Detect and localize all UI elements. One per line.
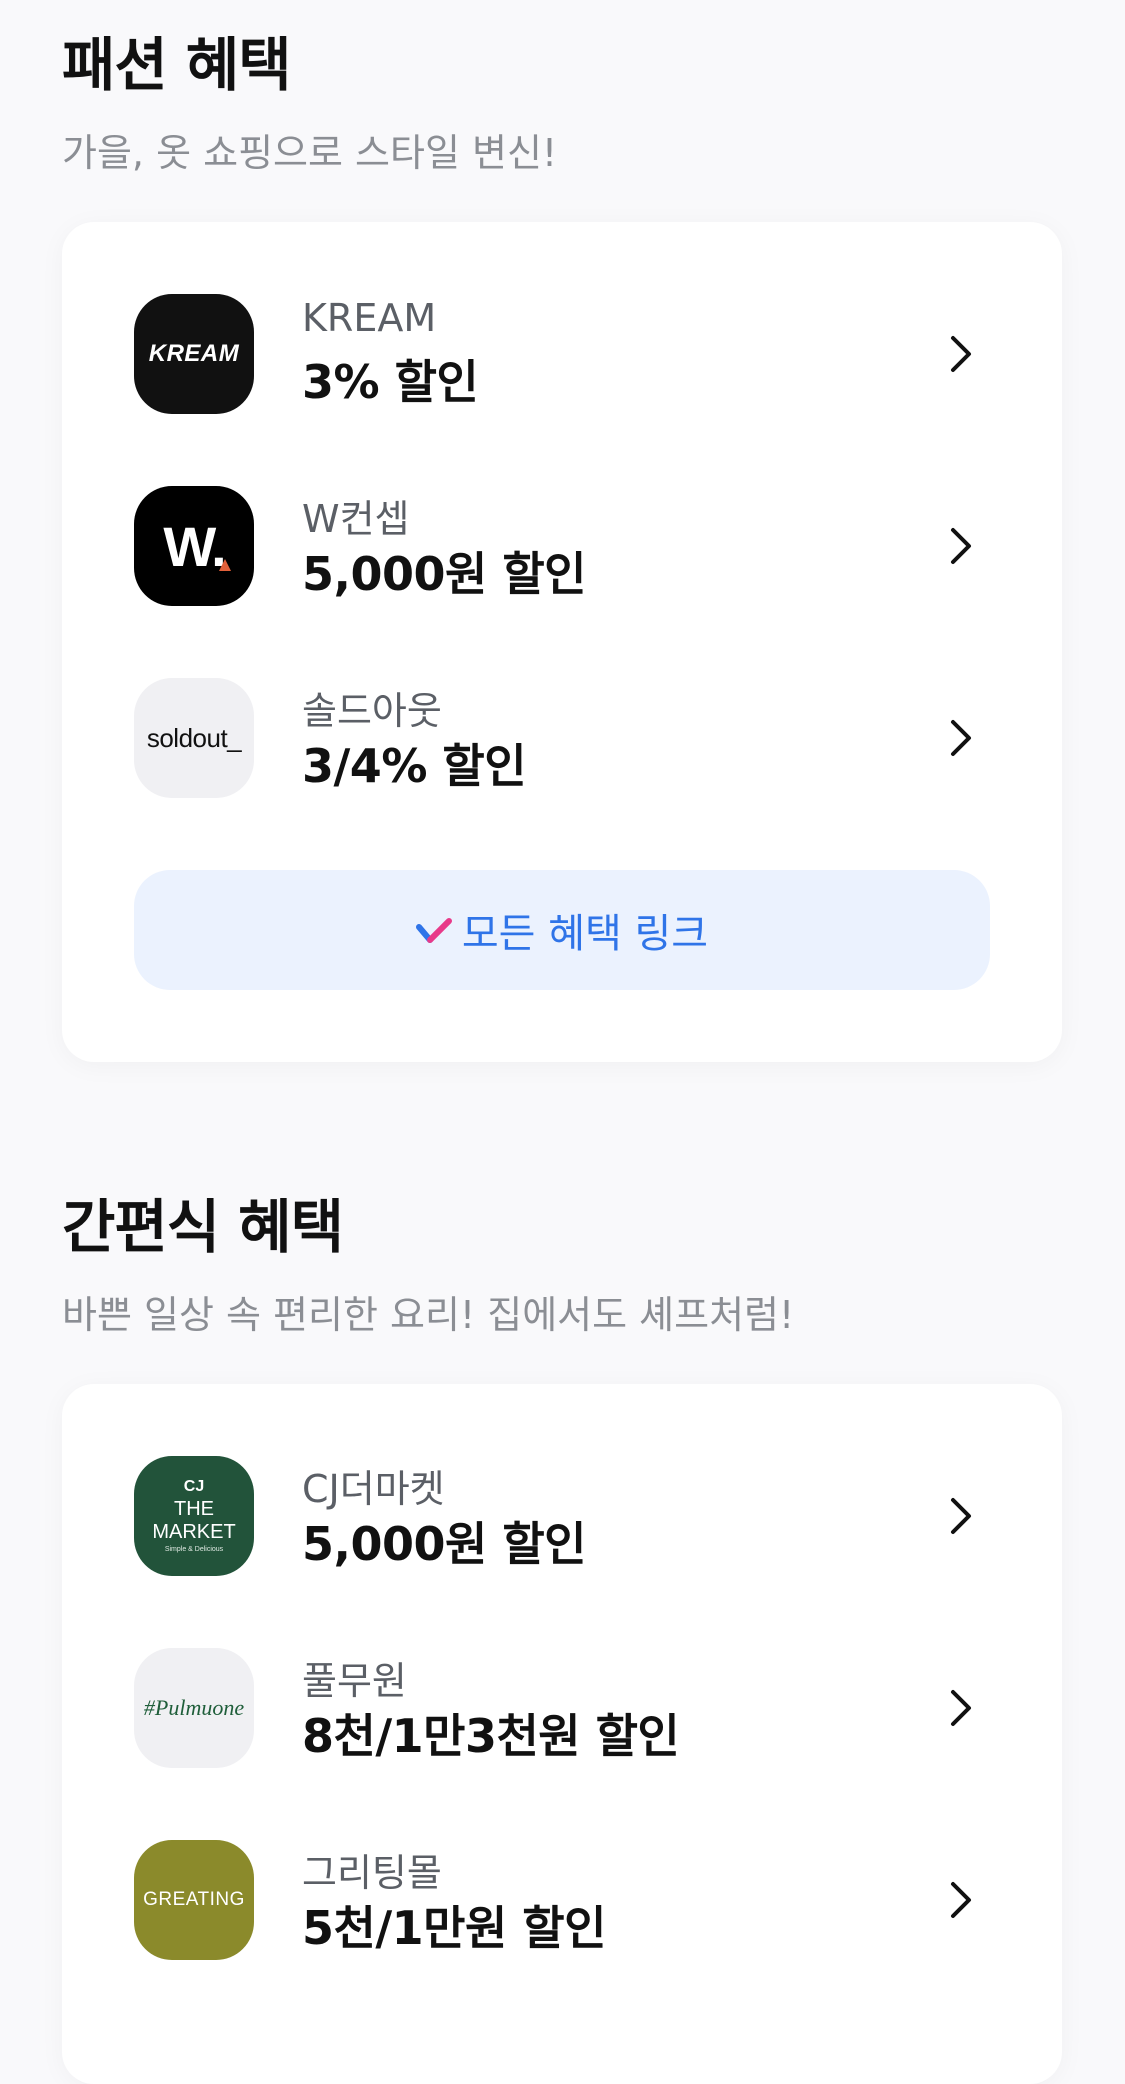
chevron-right-icon (951, 336, 971, 372)
check-mark-icon (415, 918, 452, 943)
chevron-right-icon (951, 528, 971, 564)
section-title: 패션 혜택 (62, 31, 292, 99)
benefit-card: KREAM KREAM 3% 할인 W. W컨셉 5,000원 할인 soldo… (62, 222, 1062, 1062)
brand-name: W컨셉 (302, 497, 410, 541)
benefit-row-soldout[interactable]: soldout_ 솔드아웃 3/4% 할인 (134, 678, 994, 798)
offer-text: 3% 할인 (302, 355, 479, 409)
chevron-right-icon (951, 1690, 971, 1726)
pulmuone-logo: #Pulmuone (134, 1648, 254, 1768)
kream-logo-text: KREAM (148, 340, 240, 367)
pulmuone-logo-text: #Pulmuone (143, 1695, 245, 1720)
offer-text: 5,000원 할인 (302, 1517, 586, 1571)
benefit-card: CJ THE MARKET Simple & Delicious CJ더마켓 5… (62, 1384, 1062, 2084)
brand-name: 솔드아웃 (302, 689, 442, 733)
brand-name: CJ더마켓 (302, 1467, 445, 1511)
wconcept-logo: W. (134, 486, 254, 606)
greating-logo: GREATING (134, 1840, 254, 1960)
triangle-accent-icon (219, 559, 231, 571)
greating-logo-text: GREATING (143, 1889, 245, 1910)
section-subtitle: 바쁜 일상 속 편리한 요리! 집에서도 셰프처럼! (62, 1293, 795, 1337)
benefit-row-wconcept[interactable]: W. W컨셉 5,000원 할인 (134, 486, 994, 606)
soldout-logo-text: soldout_ (146, 722, 242, 753)
benefit-row-kream[interactable]: KREAM KREAM 3% 할인 (134, 294, 994, 414)
brand-name: KREAM (302, 296, 437, 340)
cj-logo-line: THE (174, 1498, 214, 1520)
offer-text: 8천/1만3천원 할인 (302, 1709, 680, 1763)
cj-logo-tagline: Simple & Delicious (164, 1546, 224, 1553)
benefit-row-greating[interactable]: GREATING 그리팅몰 5천/1만원 할인 (134, 1840, 994, 1960)
wconcept-logo-text: W. (163, 514, 226, 578)
kream-logo: KREAM (134, 294, 254, 414)
section-subtitle: 가을, 옷 쇼핑으로 스타일 변신! (62, 131, 558, 175)
offer-text: 5천/1만원 할인 (302, 1901, 606, 1955)
benefit-row-pulmuone[interactable]: #Pulmuone 풀무원 8천/1만3천원 할인 (134, 1648, 994, 1768)
cj-logo-line: CJ (183, 1478, 205, 1495)
offer-text: 3/4% 할인 (302, 739, 527, 793)
cj-logo-line: MARKET (152, 1521, 236, 1543)
section-title: 간편식 혜택 (62, 1193, 344, 1261)
offer-text: 5,000원 할인 (302, 547, 586, 601)
all-benefits-label: 모든 혜택 링크 (461, 911, 709, 957)
soldout-logo: soldout_ (134, 678, 254, 798)
chevron-right-icon (951, 1498, 971, 1534)
benefit-row-cj-the-market[interactable]: CJ THE MARKET Simple & Delicious CJ더마켓 5… (134, 1456, 994, 1576)
all-benefits-link-button[interactable]: 모든 혜택 링크 (134, 870, 990, 990)
cj-the-market-logo: CJ THE MARKET Simple & Delicious (134, 1456, 254, 1576)
chevron-right-icon (951, 720, 971, 756)
brand-name: 풀무원 (302, 1659, 407, 1703)
chevron-right-icon (951, 1882, 971, 1918)
brand-name: 그리팅몰 (302, 1851, 442, 1895)
